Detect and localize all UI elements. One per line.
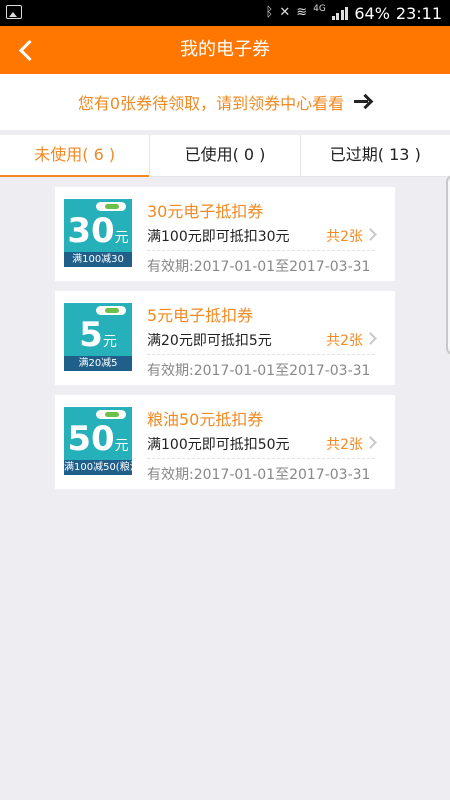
coupon-count: 共2张 — [326, 229, 363, 245]
coupon-validity: 有效期:2017-01-01至2017-03-31 — [147, 467, 371, 483]
badge-unit: 元 — [114, 438, 129, 454]
tab-used[interactable]: 已使用( 0 ) — [149, 135, 299, 176]
status-bar: ᛒ ✕ ≋ 4G 64% 23:11 — [0, 0, 450, 26]
coupon-card[interactable]: 30元 满100减30 30元电子抵扣券 满100元即可抵扣30元 共2张 有效… — [55, 187, 395, 281]
status-icons: ᛒ ✕ ≋ 4G 64% 23:11 — [266, 3, 443, 23]
nav-bar: 我的电子券 — [0, 26, 450, 74]
badge-value: 50元 — [64, 421, 132, 457]
brand-logo-icon — [96, 306, 126, 315]
coupon-badge: 50元 满100减50(粮油 — [64, 407, 132, 475]
coupon-badge: 5元 满20减5 — [64, 303, 132, 371]
brand-logo-icon — [96, 410, 126, 419]
clock: 23:11 — [395, 3, 442, 23]
tab-unused[interactable]: 未使用( 6 ) — [0, 135, 150, 177]
coupon-title: 30元电子抵扣券 — [147, 202, 264, 221]
bluetooth-icon: ᛒ — [265, 5, 274, 20]
coupon-rule: 满100元即可抵扣50元 — [147, 437, 290, 453]
coupon-card[interactable]: 5元 满20减5 5元电子抵扣券 满20元即可抵扣5元 共2张 有效期:2017… — [55, 291, 395, 385]
coupon-rule: 满100元即可抵扣30元 — [147, 229, 290, 245]
badge-amount: 50 — [67, 419, 115, 459]
coupon-list: 30元 满100减30 30元电子抵扣券 满100元即可抵扣30元 共2张 有效… — [55, 187, 395, 499]
coupon-center-link[interactable]: 您有0张券待领取，请到领券中心看看 — [0, 74, 450, 130]
network-type: 4G — [313, 4, 326, 14]
page-title: 我的电子券 — [180, 39, 270, 60]
coupon-title: 5元电子抵扣券 — [147, 306, 254, 325]
battery-level: 64% — [354, 3, 390, 23]
coupon-validity: 有效期:2017-01-01至2017-03-31 — [147, 363, 371, 379]
coupon-tabs: 未使用( 6 ) 已使用( 0 ) 已过期( 13 ) — [0, 135, 450, 177]
arrow-right-icon — [354, 94, 372, 110]
coupon-validity: 有效期:2017-01-01至2017-03-31 — [147, 259, 371, 275]
divider — [147, 458, 375, 459]
divider — [147, 250, 375, 251]
coupon-count: 共2张 — [326, 333, 363, 349]
badge-value: 5元 — [64, 317, 132, 353]
badge-value: 30元 — [64, 213, 132, 249]
edge-panel-handle[interactable] — [446, 175, 450, 355]
coupon-badge: 30元 满100减30 — [64, 199, 132, 267]
chevron-right-icon — [364, 436, 377, 449]
brand-logo-icon — [96, 202, 126, 211]
coupon-rule: 满20元即可抵扣5元 — [147, 333, 272, 349]
badge-condition: 满100减50(粮油 — [64, 460, 132, 475]
wifi-icon: ≋ — [296, 5, 308, 20]
badge-amount: 5 — [79, 315, 103, 355]
coupon-title: 粮油50元抵扣券 — [147, 410, 264, 429]
chevron-right-icon — [364, 332, 377, 345]
badge-condition: 满100减30 — [64, 252, 132, 267]
badge-unit: 元 — [114, 230, 129, 246]
coupon-count: 共2张 — [326, 437, 363, 453]
tab-expired[interactable]: 已过期( 13 ) — [299, 135, 450, 176]
mute-icon: ✕ — [279, 5, 291, 20]
badge-unit: 元 — [102, 334, 117, 350]
badge-condition: 满20减5 — [64, 356, 132, 371]
coupon-card[interactable]: 50元 满100减50(粮油 粮油50元抵扣券 满100元即可抵扣50元 共2张… — [55, 395, 395, 489]
divider — [147, 354, 375, 355]
signal-icon — [331, 6, 349, 20]
gallery-notification-icon — [6, 5, 22, 19]
chevron-right-icon — [364, 228, 377, 241]
notice-text: 您有0张券待领取，请到领券中心看看 — [77, 94, 345, 113]
badge-amount: 30 — [67, 211, 115, 251]
